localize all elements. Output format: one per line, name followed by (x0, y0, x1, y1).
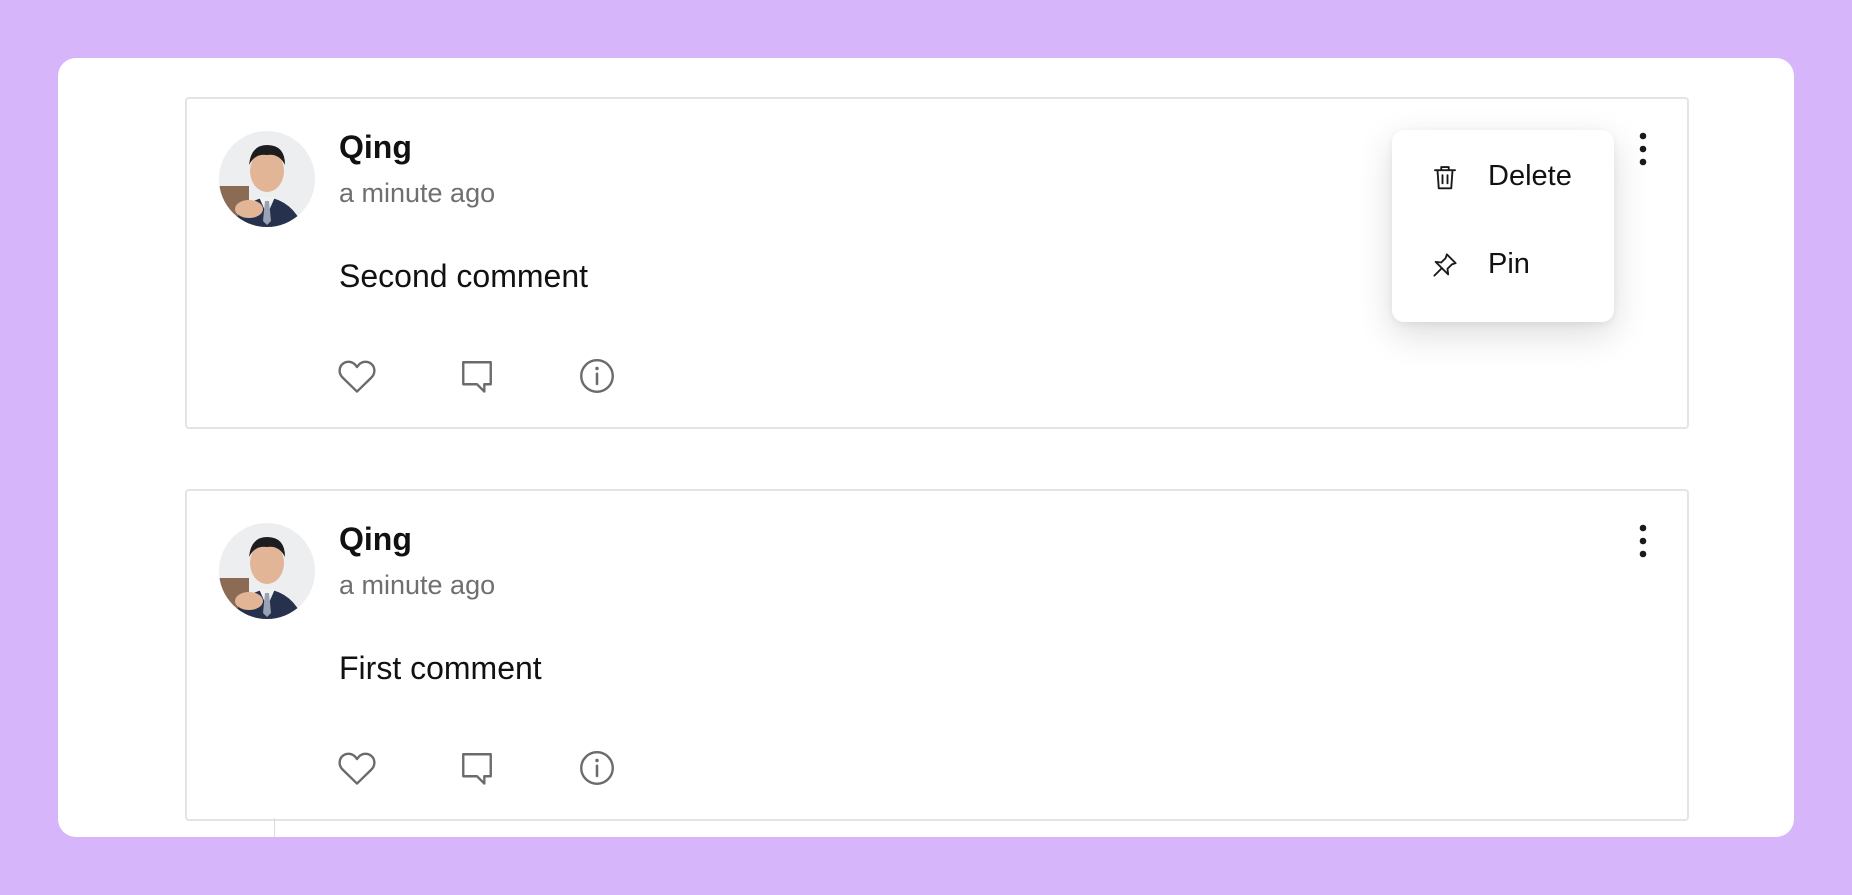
thread-line (274, 818, 275, 837)
menu-item-pin[interactable]: Pin (1392, 228, 1614, 300)
info-button[interactable] (575, 746, 619, 790)
like-button[interactable] (335, 354, 379, 398)
menu-item-label: Pin (1488, 248, 1530, 280)
comment-options-menu: Delete Pin (1392, 130, 1614, 322)
reply-button[interactable] (455, 354, 499, 398)
heart-icon (338, 360, 376, 393)
avatar[interactable] (219, 131, 315, 227)
comment-text: Second comment (339, 258, 589, 294)
info-icon (580, 359, 614, 393)
comment-bubble-icon (462, 753, 492, 785)
comment-text: First comment (339, 650, 542, 686)
comment-timestamp: a minute ago (339, 178, 496, 208)
info-button[interactable] (575, 354, 619, 398)
like-button[interactable] (335, 746, 379, 790)
trash-icon (1434, 166, 1456, 190)
comment-bubble-icon (462, 361, 492, 393)
pin-icon (1433, 253, 1457, 277)
info-icon (580, 751, 614, 785)
comments-panel: Qing a minute ago Second comment Qing a … (58, 58, 1794, 837)
avatar[interactable] (219, 523, 315, 619)
more-vertical-icon (1639, 132, 1647, 166)
heart-icon (338, 752, 376, 785)
menu-item-delete[interactable]: Delete (1392, 140, 1614, 212)
comment-author[interactable]: Qing (339, 127, 412, 167)
more-vertical-icon (1639, 524, 1647, 558)
more-options-button[interactable] (1623, 127, 1663, 171)
comment-timestamp: a minute ago (339, 570, 496, 600)
more-options-button[interactable] (1623, 519, 1663, 563)
menu-item-label: Delete (1488, 160, 1572, 192)
comment-author[interactable]: Qing (339, 519, 412, 559)
reply-button[interactable] (455, 746, 499, 790)
comment-card: Qing a minute ago First comment (185, 489, 1689, 821)
